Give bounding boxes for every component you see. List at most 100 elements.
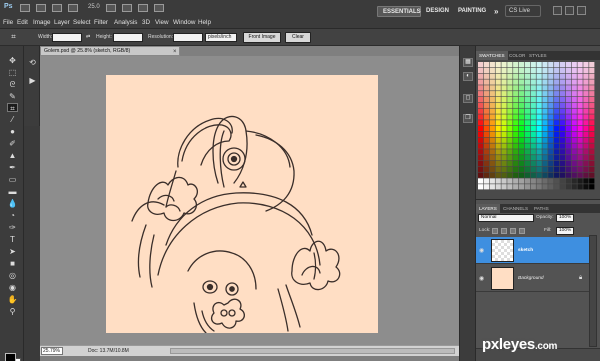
color-swatch[interactable]: [559, 85, 566, 91]
color-swatch[interactable]: [483, 172, 490, 178]
color-swatch[interactable]: [548, 102, 554, 108]
color-swatch[interactable]: [501, 149, 507, 155]
tab-styles[interactable]: STYLES: [526, 51, 550, 60]
color-swatch[interactable]: [583, 131, 589, 138]
color-swatch[interactable]: [554, 120, 560, 126]
color-swatch[interactable]: [571, 91, 577, 97]
color-swatch[interactable]: [583, 155, 589, 161]
crop-tool-icon[interactable]: ⌗: [7, 103, 18, 113]
color-swatch[interactable]: [542, 160, 548, 167]
crop-tool-icon[interactable]: ⌗: [8, 32, 19, 41]
color-swatch[interactable]: [548, 131, 554, 138]
color-swatch[interactable]: [489, 73, 495, 79]
canvas[interactable]: [106, 75, 378, 333]
color-swatch[interactable]: [507, 143, 513, 149]
color-swatch[interactable]: [513, 62, 519, 68]
color-swatch[interactable]: [524, 108, 531, 114]
color-swatch[interactable]: [513, 102, 519, 108]
color-swatch[interactable]: [483, 143, 490, 149]
color-swatch[interactable]: [518, 85, 525, 91]
color-swatch[interactable]: [542, 172, 548, 178]
color-swatch[interactable]: [559, 120, 566, 126]
color-swatch[interactable]: [507, 126, 513, 132]
color-swatch[interactable]: [559, 126, 566, 132]
clone-stamp-tool-icon[interactable]: ▲: [7, 151, 18, 160]
color-swatch[interactable]: [495, 126, 501, 132]
color-swatch[interactable]: [518, 91, 525, 97]
color-swatch[interactable]: [548, 178, 554, 184]
color-swatch[interactable]: [559, 102, 566, 108]
color-swatch[interactable]: [554, 166, 560, 172]
color-swatch[interactable]: [554, 96, 560, 103]
color-swatch[interactable]: [524, 120, 531, 126]
color-swatch[interactable]: [524, 102, 531, 108]
menu-edit[interactable]: Edit: [17, 19, 28, 26]
color-swatch[interactable]: [513, 126, 519, 132]
color-swatch[interactable]: [489, 160, 495, 167]
color-swatch[interactable]: [589, 79, 595, 85]
color-swatch[interactable]: [583, 102, 589, 108]
color-swatch[interactable]: [571, 114, 577, 120]
color-swatch[interactable]: [559, 67, 566, 74]
color-swatch[interactable]: [559, 114, 566, 120]
color-swatch[interactable]: [483, 126, 490, 132]
3d-rotate-tool-icon[interactable]: ◎: [7, 271, 18, 280]
color-swatch[interactable]: [489, 67, 495, 74]
color-swatch[interactable]: [548, 143, 554, 149]
color-swatch[interactable]: [583, 178, 589, 184]
tab-swatches[interactable]: SWATCHES: [476, 51, 508, 60]
color-swatch[interactable]: [548, 85, 554, 91]
color-swatch[interactable]: [489, 184, 495, 190]
color-swatch[interactable]: [483, 67, 490, 74]
color-swatch[interactable]: [589, 184, 595, 190]
color-swatch[interactable]: [554, 149, 560, 155]
arrange-documents-icon[interactable]: [68, 4, 78, 12]
color-swatch[interactable]: [536, 155, 542, 161]
color-swatch[interactable]: [478, 114, 484, 120]
color-swatch[interactable]: [571, 149, 577, 155]
color-swatch[interactable]: [495, 67, 501, 74]
color-swatch[interactable]: [524, 85, 531, 91]
color-swatch[interactable]: [524, 73, 531, 79]
color-swatch[interactable]: [571, 160, 577, 167]
color-swatch[interactable]: [513, 137, 519, 143]
color-swatch[interactable]: [530, 79, 536, 85]
color-swatch[interactable]: [483, 114, 490, 120]
color-swatch[interactable]: [489, 143, 495, 149]
color-swatch[interactable]: [495, 131, 501, 138]
color-swatch[interactable]: [571, 85, 577, 91]
color-swatch[interactable]: [542, 184, 548, 190]
color-swatch[interactable]: [513, 178, 519, 184]
color-swatch[interactable]: [518, 120, 525, 126]
color-swatch[interactable]: [589, 91, 595, 97]
color-swatch[interactable]: [495, 73, 501, 79]
color-swatch[interactable]: [507, 137, 513, 143]
color-swatch[interactable]: [483, 131, 490, 138]
color-swatch[interactable]: [565, 143, 571, 149]
color-swatch[interactable]: [589, 120, 595, 126]
close-document-icon[interactable]: ×: [173, 48, 177, 56]
gradient-tool-icon[interactable]: ▬: [7, 187, 18, 196]
color-swatch[interactable]: [478, 96, 484, 103]
color-swatch[interactable]: [577, 126, 583, 132]
color-swatch[interactable]: [524, 96, 531, 103]
close-icon[interactable]: [577, 6, 586, 15]
color-swatch[interactable]: [542, 126, 548, 132]
color-swatch[interactable]: [489, 126, 495, 132]
color-swatch[interactable]: [589, 166, 595, 172]
color-swatch[interactable]: [565, 131, 571, 138]
color-swatch[interactable]: [554, 62, 560, 68]
hand-tool-icon[interactable]: ✋: [7, 295, 18, 304]
color-swatch[interactable]: [495, 149, 501, 155]
color-swatch[interactable]: [518, 149, 525, 155]
color-swatch[interactable]: [559, 184, 566, 190]
tab-layers[interactable]: LAYERS: [476, 204, 500, 213]
color-swatch[interactable]: [501, 114, 507, 120]
color-swatch[interactable]: [507, 102, 513, 108]
color-swatch[interactable]: [589, 137, 595, 143]
color-swatch[interactable]: [536, 172, 542, 178]
color-swatch[interactable]: [548, 91, 554, 97]
color-swatch[interactable]: [530, 62, 536, 68]
color-swatch[interactable]: [577, 79, 583, 85]
color-swatch[interactable]: [483, 184, 490, 190]
